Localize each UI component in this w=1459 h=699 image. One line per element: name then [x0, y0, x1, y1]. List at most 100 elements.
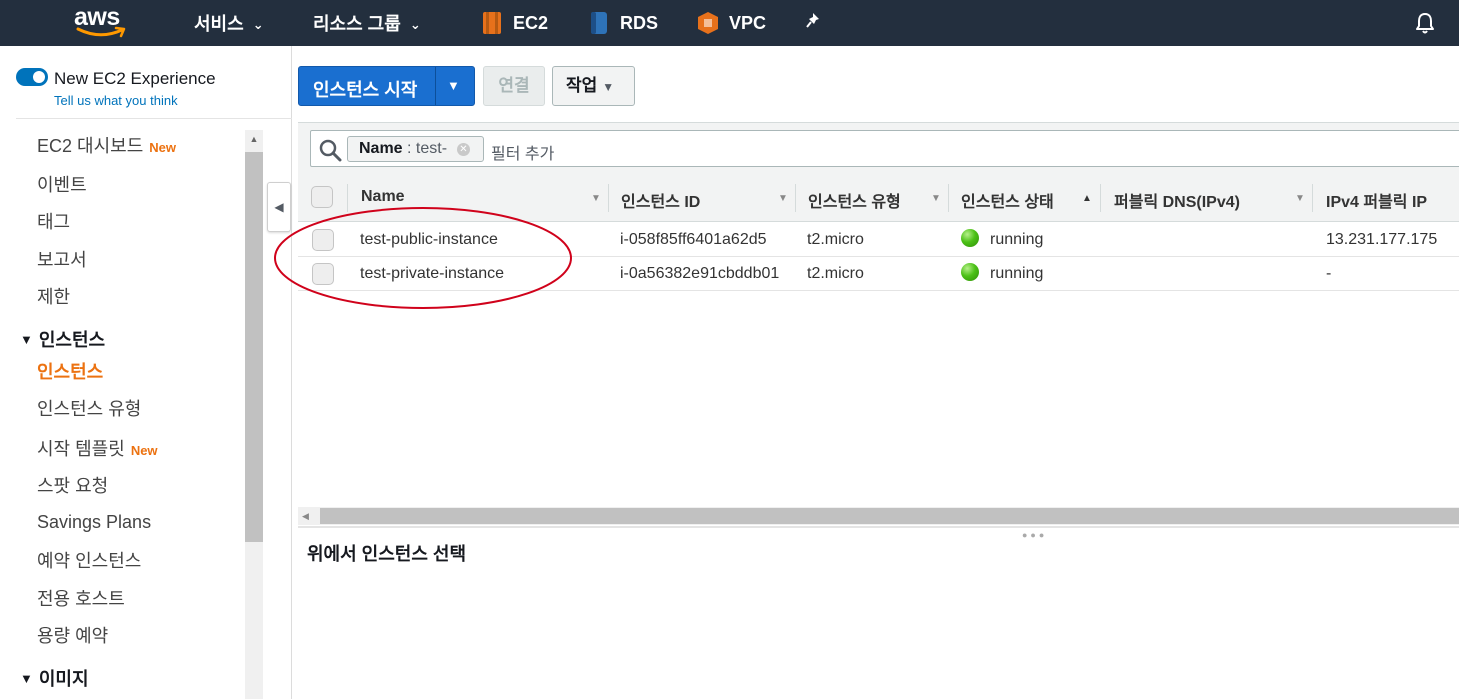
pin-icon[interactable]	[806, 11, 824, 31]
sidebar-item-dedicated-hosts[interactable]: 전용 호스트	[37, 585, 125, 611]
section-label: 이미지	[38, 669, 89, 689]
filter-bar: Name : test- ✕ 필터 추가	[298, 122, 1459, 174]
instance-state: running	[990, 231, 1044, 248]
column-separator	[608, 184, 609, 212]
running-status-icon	[961, 263, 979, 281]
filter-token-separator: :	[402, 140, 416, 157]
horizontal-scroll-thumb[interactable]	[320, 508, 1459, 524]
sort-icon[interactable]: ▼	[931, 193, 941, 204]
search-icon	[319, 139, 342, 162]
sidebar-item-tags[interactable]: 태그	[37, 208, 70, 234]
new-badge: New	[130, 443, 158, 458]
select-all-checkbox[interactable]	[311, 186, 333, 208]
shortcut-label: RDS	[620, 12, 659, 33]
shortcut-label: VPC	[729, 12, 767, 33]
table-row[interactable]: test-public-instance i-058f85ff6401a62d5…	[298, 223, 1459, 257]
shortcut-label: EC2	[513, 12, 549, 33]
sidebar-item-dashboard[interactable]: EC2 대시보드 New	[37, 132, 176, 158]
shortcut-rds[interactable]: RDS	[588, 0, 658, 46]
button-divider	[435, 67, 436, 105]
bell-icon[interactable]	[1414, 11, 1436, 35]
column-separator	[1100, 184, 1101, 212]
table-header: Name ▼ 인스턴스 ID ▼ 인스턴스 유형 ▼ 인스턴스 상태 ▲ 퍼블릭…	[298, 174, 1459, 222]
scroll-up-arrow-icon[interactable]: ▲	[245, 130, 263, 148]
new-badge: New	[149, 140, 176, 155]
column-header-public-ip[interactable]: IPv4 퍼블릭 IP	[1326, 188, 1427, 212]
sidebar-item-events[interactable]: 이벤트	[37, 171, 87, 197]
sort-ascending-icon[interactable]: ▲	[1082, 193, 1092, 204]
caret-down-icon[interactable]: ▼	[447, 78, 460, 93]
triangle-down-icon: ▼	[20, 332, 33, 347]
table-row[interactable]: test-private-instance i-0a56382e91cbddb0…	[298, 257, 1459, 291]
sidebar-item-savings-plans[interactable]: Savings Plans	[37, 512, 151, 533]
sidebar-scroll-thumb[interactable]	[245, 152, 263, 542]
vpc-icon	[698, 12, 718, 34]
filter-placeholder: 필터 추가	[491, 146, 555, 163]
resource-groups-menu[interactable]: 리소스 그룹 ⌄	[313, 0, 421, 46]
shortcut-ec2[interactable]: EC2	[481, 0, 548, 46]
new-experience-label: New EC2 Experience	[54, 69, 216, 88]
actions-button[interactable]: 작업 ▼	[552, 66, 635, 106]
actions-label: 작업	[566, 76, 598, 95]
column-separator	[795, 184, 796, 212]
sidebar-item-limits[interactable]: 제한	[37, 283, 70, 309]
sidebar-section-instances[interactable]: ▼ 인스턴스	[20, 326, 105, 352]
column-separator	[347, 184, 348, 212]
sidebar-item-reports[interactable]: 보고서	[37, 246, 87, 272]
sidebar-item-launch-templates[interactable]: 시작 템플릿 New	[37, 435, 158, 461]
column-header-name[interactable]: Name	[361, 188, 405, 206]
sidebar-divider	[16, 118, 292, 119]
sidebar-item-instance-types[interactable]: 인스턴스 유형	[37, 395, 141, 421]
column-header-public-dns[interactable]: 퍼블릭 DNS(IPv4)	[1114, 188, 1240, 212]
shortcut-vpc[interactable]: VPC	[697, 0, 766, 46]
search-input[interactable]: Name : test- ✕ 필터 추가	[310, 130, 1459, 167]
row-checkbox[interactable]	[312, 229, 334, 251]
triangle-down-icon: ▼	[20, 671, 33, 686]
instance-id: i-0a56382e91cbddb01	[620, 265, 780, 282]
instance-name: test-public-instance	[360, 231, 498, 248]
launch-instance-label: 인스턴스 시작	[313, 80, 418, 100]
instance-id: i-058f85ff6401a62d5	[620, 231, 767, 248]
row-checkbox[interactable]	[312, 263, 334, 285]
rds-icon	[591, 12, 607, 34]
column-separator	[948, 184, 949, 212]
connect-button[interactable]: 연결	[483, 66, 545, 106]
sidebar-item-label: EC2 대시보드	[37, 136, 144, 156]
filter-token-key: Name	[359, 140, 403, 157]
filter-token[interactable]: Name : test- ✕	[347, 136, 484, 162]
section-label: 인스턴스	[38, 330, 106, 350]
sidebar-item-instances[interactable]: 인스턴스	[37, 358, 103, 384]
new-experience-toggle[interactable]	[16, 68, 48, 86]
column-header-instance-id[interactable]: 인스턴스 ID	[621, 188, 700, 212]
services-menu[interactable]: 서비스 ⌄	[194, 0, 264, 46]
sort-icon[interactable]: ▼	[1295, 193, 1305, 204]
instance-state: running	[990, 265, 1044, 282]
sidebar-item-spot-requests[interactable]: 스팟 요청	[37, 472, 108, 498]
column-header-instance-type[interactable]: 인스턴스 유형	[808, 188, 901, 212]
tell-us-link[interactable]: Tell us what you think	[54, 93, 178, 108]
column-header-instance-state[interactable]: 인스턴스 상태	[961, 188, 1054, 212]
collapse-sidebar-button[interactable]: ◀	[267, 182, 291, 232]
sidebar-scrollbar[interactable]: ▲	[245, 130, 263, 699]
instance-name: test-private-instance	[360, 265, 505, 282]
column-separator	[1312, 184, 1313, 212]
sort-icon[interactable]: ▼	[591, 193, 601, 204]
chevron-left-icon: ◀	[274, 200, 284, 214]
services-label: 서비스	[194, 14, 244, 34]
sidebar-item-reserved-instances[interactable]: 예약 인스턴스	[37, 547, 141, 573]
launch-instance-button[interactable]: 인스턴스 시작 ▼	[298, 66, 475, 106]
drag-handle-icon[interactable]: ●●●	[1022, 530, 1047, 540]
caret-down-icon: ▼	[602, 80, 615, 94]
panel-splitter[interactable]	[298, 526, 1459, 528]
sort-icon[interactable]: ▼	[778, 193, 788, 204]
sidebar: New EC2 Experience Tell us what you thin…	[0, 46, 292, 699]
scroll-left-arrow-icon[interactable]: ◀	[302, 507, 309, 525]
aws-logo[interactable]: aws	[72, 3, 132, 41]
remove-filter-icon[interactable]: ✕	[457, 143, 470, 156]
public-ip: -	[1326, 265, 1332, 282]
sidebar-item-capacity-reservations[interactable]: 용량 예약	[37, 622, 108, 648]
filter-token-value: test-	[415, 140, 448, 157]
sidebar-section-images[interactable]: ▼ 이미지	[20, 665, 89, 691]
table-horizontal-scrollbar[interactable]: ◀	[298, 507, 1459, 525]
running-status-icon	[961, 229, 979, 247]
